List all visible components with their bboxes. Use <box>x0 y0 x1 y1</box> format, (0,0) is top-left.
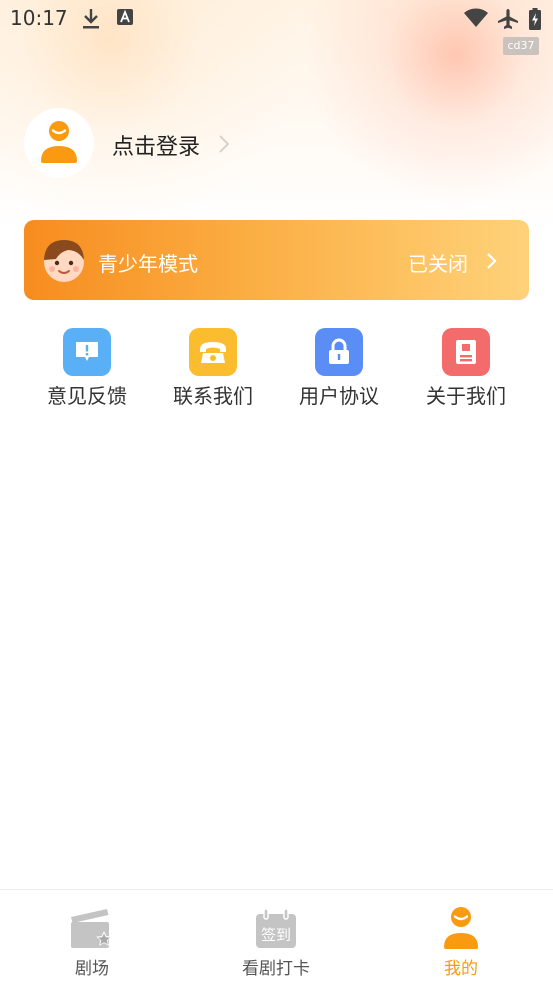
build-tag: cd37 <box>503 37 539 55</box>
battery-charging-icon <box>529 8 541 30</box>
checkin-badge: 签到 <box>261 926 291 944</box>
lock-icon <box>315 328 363 376</box>
nav-mine[interactable]: 我的 <box>369 904 553 979</box>
font-a-icon <box>117 9 133 25</box>
profile-icon <box>444 907 478 949</box>
shortcut-feedback[interactable]: 意见反馈 <box>24 328 150 408</box>
airplane-icon <box>498 9 518 29</box>
chevron-right-icon <box>487 253 497 269</box>
nav-label: 我的 <box>444 959 478 979</box>
shortcut-label: 意见反馈 <box>47 384 127 408</box>
shortcut-label: 用户协议 <box>299 384 379 408</box>
bottom-nav: 剧场 签到 看剧打卡 我的 <box>0 889 553 984</box>
youth-mode-label: 青少年模式 <box>98 252 198 276</box>
clapperboard-icon <box>71 909 112 948</box>
chevron-right-icon <box>219 135 230 153</box>
status-bar: 10:17 cd37 <box>0 0 553 55</box>
status-time: 10:17 <box>10 6 68 30</box>
nav-label: 看剧打卡 <box>242 959 310 979</box>
nav-label: 剧场 <box>75 959 109 979</box>
shortcut-user-agreement[interactable]: 用户协议 <box>276 328 402 408</box>
shortcut-about-us[interactable]: 关于我们 <box>403 328 529 408</box>
shortcut-grid: 意见反馈 联系我们 用户协议 关于我们 <box>24 328 529 408</box>
shortcut-contact[interactable]: 联系我们 <box>150 328 276 408</box>
youth-mode-status: 已关闭 <box>408 252 468 276</box>
child-face-icon <box>44 240 84 282</box>
shortcut-label: 关于我们 <box>426 384 506 408</box>
user-avatar-icon <box>41 121 77 163</box>
login-link[interactable]: 点击登录 <box>112 129 200 161</box>
nav-checkin[interactable]: 签到 看剧打卡 <box>184 904 368 979</box>
youth-mode-banner[interactable]: 青少年模式 已关闭 <box>24 220 529 300</box>
document-icon <box>442 328 490 376</box>
avatar[interactable] <box>24 108 94 178</box>
nav-theater[interactable]: 剧场 <box>0 904 184 979</box>
download-icon <box>83 9 99 29</box>
shortcut-label: 联系我们 <box>173 384 253 408</box>
telephone-icon <box>189 328 237 376</box>
wifi-icon <box>464 8 488 27</box>
feedback-icon <box>63 328 111 376</box>
calendar-checkin-icon: 签到 <box>256 908 296 948</box>
